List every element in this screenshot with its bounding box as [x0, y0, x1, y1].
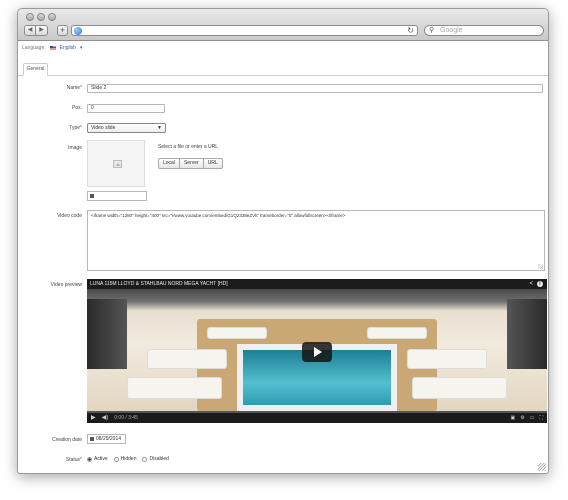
deck-cushion — [412, 377, 507, 399]
creation-date-input[interactable]: 08/29/2014 — [87, 434, 126, 444]
status-hidden-label: Hidden — [120, 456, 137, 462]
reload-icon[interactable]: ↻ — [407, 26, 414, 35]
settings-icon[interactable]: ⚙ — [520, 414, 524, 422]
status-label: Status* — [18, 457, 82, 463]
image-placeholder-icon — [113, 160, 122, 168]
deck-cushion — [207, 327, 267, 339]
browser-toolbar: ◀ ▶ + ↻ ⚲ Google — [18, 9, 548, 41]
status-label-text: Status — [65, 457, 81, 463]
forward-button[interactable]: ▶ — [36, 25, 48, 36]
chevron-down-icon[interactable]: ▾ — [80, 45, 83, 51]
minimize-window-button[interactable] — [37, 13, 45, 21]
radio-icon[interactable] — [113, 456, 119, 462]
tab-bar: General — [18, 61, 548, 76]
history-nav: ◀ ▶ — [24, 25, 48, 36]
address-bar[interactable]: ↻ — [71, 25, 418, 36]
yacht-rail-right — [507, 299, 547, 369]
deck-cushion — [127, 377, 222, 399]
back-button[interactable]: ◀ — [24, 25, 36, 36]
video-time: 0:00 / 3:45 — [114, 415, 138, 421]
video-title-bar: LUNA 115M LLOYD & STAHLBAU NORD MEGA YAC… — [87, 279, 547, 289]
video-controls: ▶ ◀) 0:00 / 3:45 ▣ ⚙ ▭ ⛶ — [87, 411, 547, 423]
image-path-input[interactable] — [87, 191, 147, 201]
status-disabled-radio[interactable]: Disabled — [142, 456, 169, 462]
youtube-logo-icon[interactable]: ▣ — [511, 414, 516, 422]
video-player[interactable]: LUNA 115M LLOYD & STAHLBAU NORD MEGA YAC… — [87, 279, 547, 423]
share-icon[interactable]: < — [529, 279, 533, 289]
status-radio-group: Active Hidden Disabled — [87, 456, 169, 462]
video-preview-label: Video preview — [50, 282, 82, 288]
image-label: Image — [68, 145, 82, 151]
image-preview — [87, 140, 145, 187]
video-code-value: <iframe width="1280" height="400" src="/… — [91, 213, 346, 218]
image-icon — [90, 194, 94, 198]
video-controls-left: ▶ ◀) 0:00 / 3:45 — [91, 414, 138, 422]
zoom-window-button[interactable] — [48, 13, 56, 21]
creation-date-label: Creation date — [51, 437, 82, 443]
search-placeholder: Google — [440, 27, 463, 34]
volume-icon[interactable]: ◀) — [102, 414, 109, 422]
server-button[interactable]: Server — [179, 158, 204, 169]
play-icon[interactable]: ▶ — [91, 414, 96, 422]
search-icon: ⚲ — [429, 27, 435, 34]
creation-date-value: 08/29/2014 — [96, 436, 122, 442]
resize-grip-icon[interactable] — [538, 264, 543, 269]
theater-mode-icon[interactable]: ▭ — [530, 414, 535, 422]
video-code-textarea[interactable]: <iframe width="1280" height="400" src="/… — [87, 210, 545, 271]
language-label: Language: — [22, 45, 46, 51]
radio-icon[interactable] — [142, 456, 148, 462]
name-label-text: Name — [66, 85, 81, 91]
us-flag-icon — [49, 46, 56, 50]
name-input[interactable]: Slide 2 — [87, 84, 543, 93]
pos-label: Pos. — [71, 105, 82, 111]
video-controls-right: ▣ ⚙ ▭ ⛶ — [511, 414, 543, 422]
globe-icon — [74, 27, 82, 35]
video-frame — [87, 289, 547, 411]
pos-input[interactable]: 0 — [87, 104, 165, 113]
type-label-text: Type — [69, 125, 81, 131]
required-marker: * — [80, 85, 82, 91]
status-hidden-radio[interactable]: Hidden — [113, 456, 137, 462]
url-button[interactable]: URL — [203, 158, 223, 169]
video-title[interactable]: LUNA 115M LLOYD & STAHLBAU NORD MEGA YAC… — [90, 281, 228, 287]
local-button[interactable]: Local — [158, 158, 180, 169]
browser-window: ◀ ▶ + ↻ ⚲ Google Language: English ▾ Gen… — [17, 8, 549, 474]
new-tab-button[interactable]: + — [57, 25, 68, 36]
status-active-label: Active — [94, 456, 108, 462]
close-window-button[interactable] — [26, 13, 34, 21]
window-resize-grip-icon[interactable] — [538, 463, 546, 471]
search-bar[interactable]: ⚲ Google — [424, 25, 544, 36]
window-controls — [26, 13, 56, 21]
video-code-label: Video code — [57, 213, 82, 219]
chevron-down-icon: ▼ — [157, 125, 162, 131]
required-marker: * — [80, 457, 82, 463]
image-source-buttons: Local Server URL — [158, 158, 223, 169]
play-button[interactable] — [302, 342, 332, 362]
tab-general[interactable]: General — [23, 63, 48, 76]
required-marker: * — [80, 125, 82, 131]
video-progress-bar[interactable] — [87, 411, 547, 413]
info-icon[interactable]: i — [537, 281, 543, 287]
image-hint: Select a file or enter a URL — [158, 144, 219, 150]
deck-cushion — [367, 327, 427, 339]
deck-cushion — [407, 349, 487, 369]
status-disabled-label: Disabled — [149, 456, 169, 462]
language-value[interactable]: English — [60, 45, 76, 51]
deck-cushion — [147, 349, 227, 369]
yacht-rail-left — [87, 299, 127, 369]
name-label: Name* — [18, 85, 82, 91]
type-select-value: Video slide — [91, 125, 116, 131]
fullscreen-icon[interactable]: ⛶ — [539, 414, 543, 422]
status-active-radio[interactable]: Active — [87, 456, 108, 462]
calendar-icon[interactable] — [90, 437, 94, 441]
language-selector[interactable]: Language: English ▾ — [22, 45, 83, 51]
type-label: Type* — [18, 125, 82, 131]
type-select[interactable]: Video slide ▼ — [87, 123, 166, 133]
radio-selected-icon[interactable] — [87, 456, 92, 462]
